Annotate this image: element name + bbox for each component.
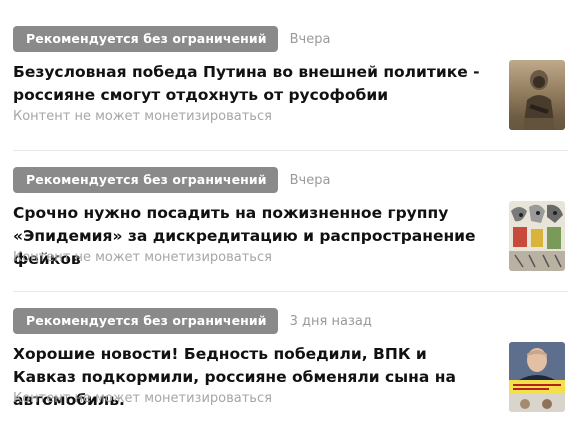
article-meta: Рекомендуется без ограничений 3 дня наза… [13,308,372,334]
divider [13,150,568,151]
article-card: Рекомендуется без ограничений 3 дня наза… [0,303,583,433]
publish-date: Вчера [289,31,331,47]
recommendation-badge: Рекомендуется без ограничений [13,26,278,52]
article-card: Рекомендуется без ограничений Вчера Безу… [0,21,583,151]
monetization-note: Контент не может монетизироваться [13,109,272,124]
divider [13,291,568,292]
soldier-photo-icon[interactable] [509,60,565,130]
article-title-link[interactable]: Безусловная победа Путина во внешней пол… [13,61,493,107]
article-meta: Рекомендуется без ограничений Вчера [13,26,330,52]
recommendation-badge: Рекомендуется без ограничений [13,308,278,334]
recommendation-badge: Рекомендуется без ограничений [13,167,278,193]
article-meta: Рекомендуется без ограничений Вчера [13,167,330,193]
monetization-note: Контент не может монетизироваться [13,250,272,265]
politician-photo-icon[interactable] [509,342,565,412]
monetization-note: Контент не может монетизироваться [13,391,272,406]
publish-date: Вчера [289,172,331,188]
article-card: Рекомендуется без ограничений Вчера Сроч… [0,162,583,292]
publish-date: 3 дня назад [289,313,372,329]
cartoon-image-icon[interactable] [509,201,565,271]
